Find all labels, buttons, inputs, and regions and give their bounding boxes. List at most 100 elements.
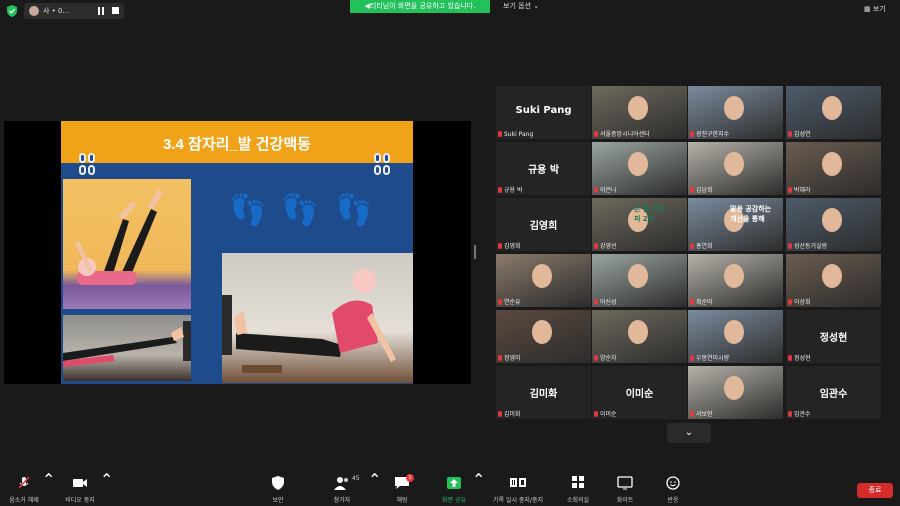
chat-button[interactable]: 1 채팅 bbox=[386, 470, 418, 506]
tile-slide-text: 말용 공감하는 bbox=[730, 205, 772, 213]
stop-video-label: 비디오 중지 bbox=[65, 497, 95, 504]
participant-tile[interactable]: 정성현 정성현 bbox=[786, 310, 881, 363]
chat-label: 채팅 bbox=[396, 497, 408, 504]
video-camera-icon bbox=[73, 479, 87, 487]
chevron-up-icon[interactable]: ⌃ bbox=[368, 470, 381, 489]
participant-tile[interactable]: 광진구한지수 bbox=[688, 86, 783, 139]
participant-tile[interactable]: 규용 박 규용 박 bbox=[496, 142, 591, 195]
unmute-button[interactable]: 음소거 해제 bbox=[2, 470, 46, 506]
participant-tile[interactable]: 이미순 이미순 bbox=[592, 366, 687, 419]
reactions-button[interactable]: 반응 bbox=[656, 470, 690, 506]
end-meeting-button[interactable]: 종료 bbox=[857, 483, 893, 498]
exercise-figure bbox=[63, 321, 191, 367]
participants-count: 45 bbox=[352, 475, 360, 482]
participant-tile[interactable]: 임관수 임관수 bbox=[786, 366, 881, 419]
microphone-muted-icon bbox=[18, 476, 30, 489]
participant-label: 광진구한지수 bbox=[696, 131, 730, 138]
participant-tile[interactable]: 우봉연미시량 bbox=[688, 310, 783, 363]
security-button[interactable]: 보안 bbox=[260, 470, 296, 506]
participant-tile[interactable]: 이상희 bbox=[786, 254, 881, 307]
participant-name: 임관수 bbox=[819, 389, 848, 400]
participant-face bbox=[724, 152, 744, 176]
chevron-up-icon[interactable]: ⌃ bbox=[42, 470, 55, 489]
top-bar: 사 • 0... ◀티티님이 화면을 공유하고 있습니다. 보기 옵션 ⌄ ▦ … bbox=[0, 0, 900, 22]
share-screen-button[interactable]: 화면 공유 bbox=[436, 470, 472, 506]
pause-icon[interactable] bbox=[98, 7, 104, 15]
participant-tile[interactable]: 정영미 bbox=[496, 310, 591, 363]
participants-button[interactable]: 45 참가자 bbox=[322, 470, 362, 506]
participant-label: 이미순 bbox=[600, 411, 617, 418]
recording-label: 기록 일시 중지/중지 bbox=[493, 497, 543, 504]
participant-face bbox=[822, 208, 842, 232]
participant-tile[interactable]: 김영희 김영희 bbox=[496, 198, 591, 251]
whiteboard-button[interactable]: 화이트 bbox=[608, 470, 642, 506]
mini-title: 사 • 0... bbox=[43, 7, 70, 15]
microphone-muted-icon bbox=[498, 411, 502, 417]
people-icon bbox=[334, 477, 348, 490]
tile-slide-text: 개선을 통해 bbox=[730, 215, 765, 223]
participant-tile[interactable]: 박혜라 bbox=[786, 142, 881, 195]
participant-tile[interactable]: 성산동거실랑 bbox=[786, 198, 881, 251]
participant-gallery: Suki Pang Suki Pang 서울중앙시니어센터 광진구한지수 김성연규용 박… bbox=[496, 86, 881, 420]
view-layout-button[interactable]: ▦ 보기 bbox=[864, 4, 886, 14]
participant-tile[interactable]: Suki Pang Suki Pang bbox=[496, 86, 591, 139]
exercise-photo-chair bbox=[63, 315, 191, 381]
breakout-rooms-button[interactable]: 소회의실 bbox=[558, 470, 598, 506]
participant-tile[interactable]: 말용 공감하는 개선을 통해 홍연희 bbox=[688, 198, 783, 251]
chevron-down-icon[interactable]: ⌄ bbox=[667, 423, 711, 443]
participant-label: 최순미 bbox=[696, 299, 713, 306]
participant-tile[interactable]: 서보현 bbox=[688, 366, 783, 419]
pause-recording-button[interactable]: 기록 일시 중지/중지 bbox=[486, 470, 550, 506]
participant-tile[interactable]: 아신성 bbox=[592, 254, 687, 307]
slide-title: 3.4 잠자리_발 건강맥동 bbox=[163, 136, 311, 153]
share-screen-label: 화면 공유 bbox=[442, 497, 466, 504]
mini-meeting-pill[interactable]: 사 • 0... bbox=[24, 3, 124, 19]
microphone-muted-icon bbox=[498, 299, 502, 305]
reactions-label: 반응 bbox=[667, 497, 679, 504]
microphone-muted-icon bbox=[788, 131, 792, 137]
participant-tile[interactable]: 최순미 bbox=[688, 254, 783, 307]
chat-unread-badge: 1 bbox=[406, 474, 414, 482]
participant-tile[interactable]: 연순유 bbox=[496, 254, 591, 307]
smiley-icon bbox=[666, 476, 680, 490]
chevron-up-icon[interactable]: ⌃ bbox=[472, 470, 485, 489]
participant-face bbox=[822, 152, 842, 176]
footprints-icon: 👣 bbox=[335, 193, 373, 228]
participant-tile[interactable]: 이은나 bbox=[592, 142, 687, 195]
participant-label: Suki Pang bbox=[504, 131, 534, 138]
participant-label: 김미화 bbox=[504, 411, 521, 418]
participant-label: 우봉연미시량 bbox=[696, 355, 730, 362]
participant-tile[interactable]: 김성연 bbox=[786, 86, 881, 139]
participant-tile[interactable]: 김미화 김미화 bbox=[496, 366, 591, 419]
participant-label: 성산동거실랑 bbox=[794, 243, 828, 250]
participant-label: 연순유 bbox=[504, 299, 521, 306]
stop-video-button[interactable]: 비디오 중지 bbox=[58, 470, 102, 506]
footprints-icon: 👣 bbox=[229, 193, 267, 228]
microphone-muted-icon bbox=[594, 299, 598, 305]
microphone-muted-icon bbox=[788, 355, 792, 361]
stop-icon[interactable] bbox=[112, 7, 119, 14]
participant-face bbox=[532, 264, 552, 288]
participant-tile[interactable]: 서울중앙시니어센터 bbox=[592, 86, 687, 139]
view-options-button[interactable]: 보기 옵션 ⌄ bbox=[503, 1, 539, 11]
participant-label: 박혜라 bbox=[794, 187, 811, 194]
exercise-photo-sitting bbox=[222, 253, 413, 383]
binder-ring-icon bbox=[374, 153, 392, 177]
microphone-muted-icon bbox=[594, 411, 598, 417]
participant-label: 김성연 bbox=[794, 131, 811, 138]
participant-tile[interactable]: 김남희 bbox=[688, 142, 783, 195]
participant-tile[interactable]: 손 발 건강 피 2탄 강영선 bbox=[592, 198, 687, 251]
participant-face bbox=[724, 376, 744, 400]
participant-face bbox=[532, 320, 552, 344]
meeting-toolbar: 음소거 해제 ⌃ 비디오 중지 ⌃ 보안 45 참가자 ⌃ 1 채팅 화면 공유… bbox=[0, 470, 900, 506]
microphone-muted-icon bbox=[594, 243, 598, 249]
shield-icon[interactable] bbox=[6, 5, 18, 17]
splitter-handle[interactable] bbox=[474, 245, 476, 259]
chevron-up-icon[interactable]: ⌃ bbox=[100, 470, 113, 489]
participant-tile[interactable]: 양순자 bbox=[592, 310, 687, 363]
microphone-muted-icon bbox=[788, 243, 792, 249]
microphone-muted-icon bbox=[788, 187, 792, 193]
participant-face bbox=[628, 96, 648, 120]
participant-name: 규용 박 bbox=[527, 165, 560, 176]
participant-face bbox=[822, 264, 842, 288]
